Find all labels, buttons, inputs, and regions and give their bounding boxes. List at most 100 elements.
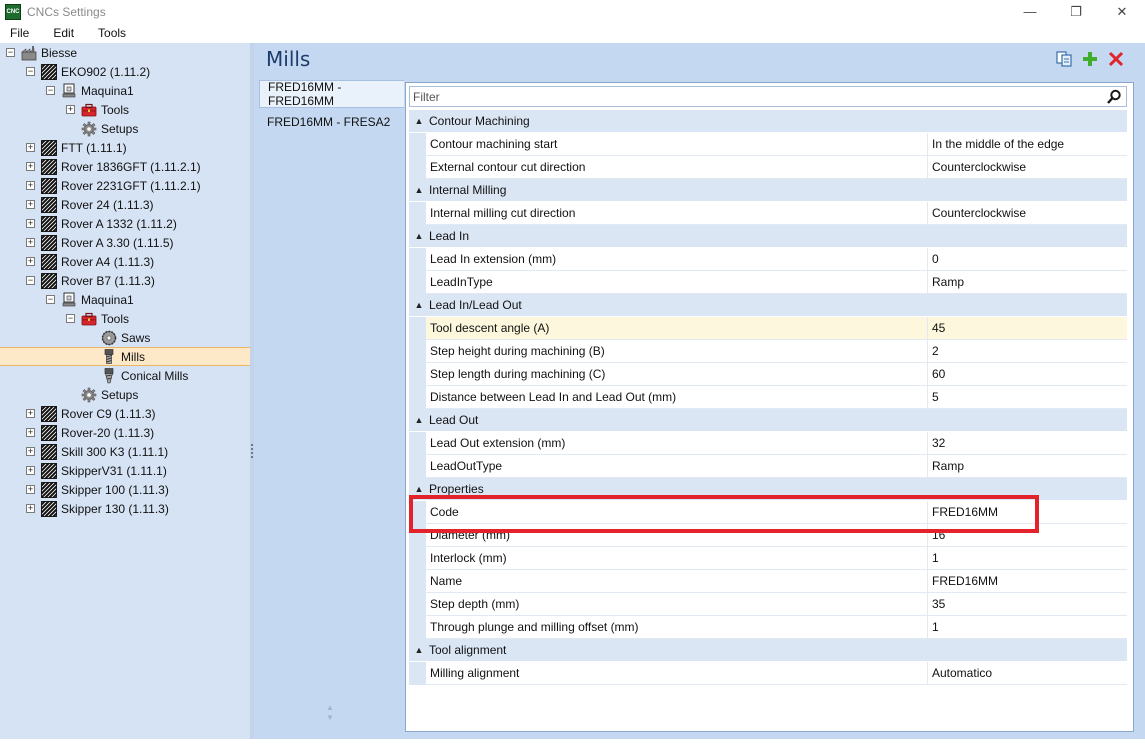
- property-value[interactable]: 2: [928, 340, 1127, 363]
- list-item-fred16mm-fresa2[interactable]: FRED16MM - FRESA2: [259, 108, 404, 136]
- property-row[interactable]: Code FRED16MM: [409, 501, 1127, 524]
- property-value[interactable]: 16: [928, 524, 1127, 547]
- delete-icon[interactable]: [1107, 50, 1125, 68]
- property-value[interactable]: Automatico: [928, 662, 1127, 685]
- tree-item[interactable]: + Rover-20 (1.11.3): [0, 423, 250, 442]
- category-row[interactable]: ▲ Tool alignment: [409, 639, 1127, 662]
- tree-item[interactable]: Setups: [0, 119, 250, 138]
- property-value[interactable]: In the middle of the edge: [928, 133, 1127, 156]
- machine-tree[interactable]: − Biesse − EKO902 (1.11.2) − Maquina1 + Tools Se…: [0, 43, 250, 739]
- tree-item[interactable]: − Biesse: [0, 43, 250, 62]
- list-item-fred16mm-fred16mm[interactable]: FRED16MM - FRED16MM: [259, 80, 404, 108]
- property-row[interactable]: Internal milling cut direction Counterclo…: [409, 202, 1127, 225]
- property-row[interactable]: External contour cut direction Counterclo…: [409, 156, 1127, 179]
- property-value[interactable]: Ramp: [928, 455, 1127, 478]
- property-value[interactable]: 0: [928, 248, 1127, 271]
- expand-icon[interactable]: +: [26, 219, 35, 228]
- property-row[interactable]: Name FRED16MM: [409, 570, 1127, 593]
- expand-icon[interactable]: +: [26, 162, 35, 171]
- property-value[interactable]: 32: [928, 432, 1127, 455]
- property-value[interactable]: 45: [928, 317, 1127, 340]
- collapse-caret-icon[interactable]: ▲: [409, 116, 429, 126]
- collapse-caret-icon[interactable]: ▲: [409, 645, 429, 655]
- property-row[interactable]: Contour machining start In the middle of …: [409, 133, 1127, 156]
- copy-icon[interactable]: [1055, 50, 1073, 68]
- property-value[interactable]: FRED16MM: [928, 570, 1127, 593]
- expand-icon[interactable]: +: [26, 485, 35, 494]
- category-row[interactable]: ▲ Internal Milling: [409, 179, 1127, 202]
- category-row[interactable]: ▲ Lead Out: [409, 409, 1127, 432]
- tree-item[interactable]: Conical Mills: [0, 366, 250, 385]
- list-scroll-arrows[interactable]: ▲ ▼: [325, 703, 335, 729]
- collapse-icon[interactable]: −: [26, 67, 35, 76]
- property-row[interactable]: Tool descent angle (A) 45: [409, 317, 1127, 340]
- property-row[interactable]: Milling alignment Automatico: [409, 662, 1127, 685]
- tree-item[interactable]: + Skill 300 K3 (1.11.1): [0, 442, 250, 461]
- expand-icon[interactable]: +: [26, 238, 35, 247]
- collapse-icon[interactable]: −: [6, 48, 15, 57]
- property-value[interactable]: FRED16MM: [928, 501, 1127, 524]
- tree-item[interactable]: + Rover C9 (1.11.3): [0, 404, 250, 423]
- tree-item[interactable]: + Rover A4 (1.11.3): [0, 252, 250, 271]
- property-row[interactable]: Step depth (mm) 35: [409, 593, 1127, 616]
- tree-item[interactable]: + Rover 2231GFT (1.11.2.1): [0, 176, 250, 195]
- menu-file[interactable]: File: [0, 26, 41, 40]
- property-row[interactable]: Distance between Lead In and Lead Out (m…: [409, 386, 1127, 409]
- tree-item[interactable]: + Rover A 1332 (1.11.2): [0, 214, 250, 233]
- tree-item[interactable]: + Rover A 3.30 (1.11.5): [0, 233, 250, 252]
- category-row[interactable]: ▲ Lead In: [409, 225, 1127, 248]
- tree-item[interactable]: − Tools: [0, 309, 250, 328]
- menu-edit[interactable]: Edit: [41, 26, 86, 40]
- category-row[interactable]: ▲ Contour Machining: [409, 110, 1127, 133]
- tree-item[interactable]: + FTT (1.11.1): [0, 138, 250, 157]
- tree-item[interactable]: + Tools: [0, 100, 250, 119]
- collapse-icon[interactable]: −: [26, 276, 35, 285]
- tree-item[interactable]: + Skipper 100 (1.11.3): [0, 480, 250, 499]
- property-value[interactable]: Counterclockwise: [928, 202, 1127, 225]
- expand-icon[interactable]: +: [26, 504, 35, 513]
- property-value[interactable]: 60: [928, 363, 1127, 386]
- property-row[interactable]: LeadOutType Ramp: [409, 455, 1127, 478]
- expand-icon[interactable]: +: [26, 200, 35, 209]
- collapse-caret-icon[interactable]: ▲: [409, 415, 429, 425]
- property-value[interactable]: Counterclockwise: [928, 156, 1127, 179]
- collapse-icon[interactable]: −: [66, 314, 75, 323]
- restore-button[interactable]: ❐: [1053, 0, 1099, 23]
- add-icon[interactable]: [1081, 50, 1099, 68]
- expand-icon[interactable]: +: [26, 409, 35, 418]
- expand-icon[interactable]: +: [66, 105, 75, 114]
- property-row[interactable]: Lead Out extension (mm) 32: [409, 432, 1127, 455]
- search-icon[interactable]: [1106, 89, 1122, 105]
- expand-icon[interactable]: +: [26, 257, 35, 266]
- tree-item[interactable]: − Rover B7 (1.11.3): [0, 271, 250, 290]
- expand-icon[interactable]: +: [26, 466, 35, 475]
- tree-item[interactable]: − Maquina1: [0, 290, 250, 309]
- expand-icon[interactable]: +: [26, 143, 35, 152]
- minimize-button[interactable]: —: [1007, 0, 1053, 23]
- property-row[interactable]: Interlock (mm) 1: [409, 547, 1127, 570]
- property-row[interactable]: Through plunge and milling offset (mm) 1: [409, 616, 1127, 639]
- property-value[interactable]: 5: [928, 386, 1127, 409]
- property-row[interactable]: Diameter (mm) 16: [409, 524, 1127, 547]
- expand-icon[interactable]: +: [26, 181, 35, 190]
- filter-input[interactable]: [410, 87, 1100, 106]
- category-row[interactable]: ▲ Properties: [409, 478, 1127, 501]
- tree-item[interactable]: + Rover 24 (1.11.3): [0, 195, 250, 214]
- collapse-caret-icon[interactable]: ▲: [409, 484, 429, 494]
- property-value[interactable]: Ramp: [928, 271, 1127, 294]
- tree-item[interactable]: Mills: [0, 347, 250, 366]
- tree-item[interactable]: + Skipper 130 (1.11.3): [0, 499, 250, 518]
- tree-item[interactable]: + Rover 1836GFT (1.11.2.1): [0, 157, 250, 176]
- close-button[interactable]: ✕: [1099, 0, 1145, 23]
- expand-icon[interactable]: +: [26, 447, 35, 456]
- tree-item[interactable]: − Maquina1: [0, 81, 250, 100]
- collapse-icon[interactable]: −: [46, 86, 55, 95]
- collapse-caret-icon[interactable]: ▲: [409, 231, 429, 241]
- tree-item[interactable]: Setups: [0, 385, 250, 404]
- expand-icon[interactable]: +: [26, 428, 35, 437]
- tree-item[interactable]: − EKO902 (1.11.2): [0, 62, 250, 81]
- collapse-icon[interactable]: −: [46, 295, 55, 304]
- property-value[interactable]: 1: [928, 547, 1127, 570]
- collapse-caret-icon[interactable]: ▲: [409, 185, 429, 195]
- property-value[interactable]: 35: [928, 593, 1127, 616]
